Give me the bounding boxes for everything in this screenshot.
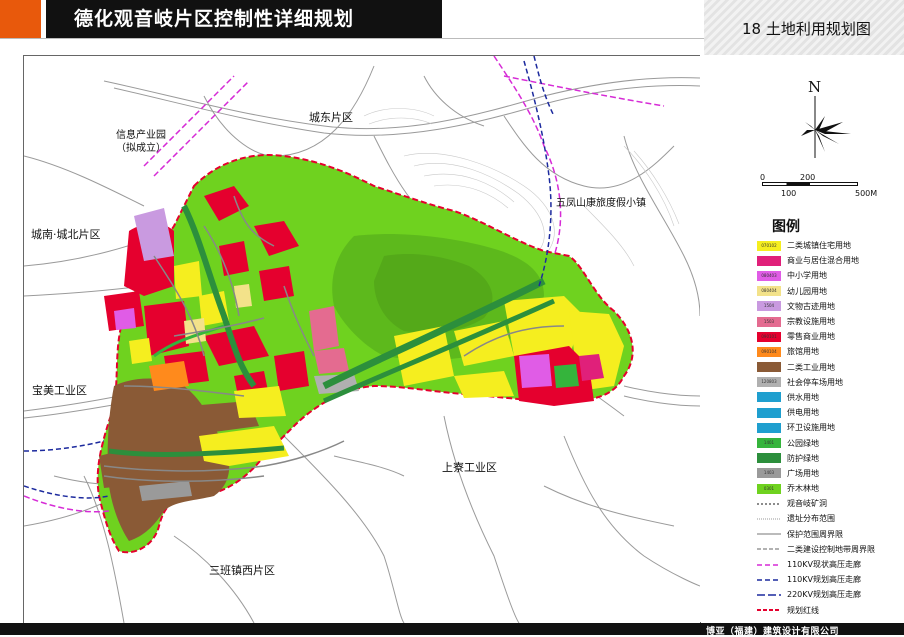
- legend-item: 0301 乔木林地: [757, 481, 875, 496]
- legend-item: 保护范围周界限: [757, 527, 875, 542]
- legend-swatch: 080404: [757, 286, 781, 297]
- header-accent: [0, 0, 41, 38]
- legend-item: 1403 广场用地: [757, 466, 875, 481]
- legend-line-swatch: [757, 503, 781, 505]
- legend-swatch: 0301: [757, 483, 781, 494]
- label-chengnan: 城南·城北片区: [31, 228, 101, 241]
- scale-100: 100: [781, 189, 797, 198]
- legend-item-label: 220KV规划高压走廊: [787, 590, 861, 600]
- legend-swatch: [757, 453, 781, 464]
- legend-item-label: 二类城镇住宅用地: [787, 241, 851, 251]
- label-wufeng: 五凤山康旅度假小镇: [556, 198, 646, 209]
- legend-swatch: 1401: [757, 438, 781, 449]
- legend-item: 1401 公园绿地: [757, 435, 875, 450]
- legend-swatch: 090104: [757, 346, 781, 357]
- legend-swatch: [757, 362, 781, 373]
- legend-item-label: 遗址分布范围: [787, 514, 835, 524]
- legend-item: 1504 文物古迹用地: [757, 299, 875, 314]
- land-use-map[interactable]: 信息产业园 （拟成立） 城东片区 五凤山康旅度假小镇 城南·城北片区 宝美工业区 …: [23, 55, 701, 624]
- legend-item: 220KV规划高压走廊: [757, 587, 875, 602]
- label-chengdong: 城东片区: [309, 111, 353, 124]
- legend-item-label: 中小学用地: [787, 271, 827, 281]
- legend-item-label: 110KV现状高压走廊: [787, 560, 861, 570]
- legend-item-label: 宗教设施用地: [787, 317, 835, 327]
- scale-0: 0: [760, 173, 766, 182]
- legend-item: 120803 社会停车场用地: [757, 375, 875, 390]
- legend-item: 供水用地: [757, 390, 875, 405]
- company-name: 博亚（福建）建筑设计有限公司: [706, 627, 840, 637]
- legend-item: 观音岐矿洞: [757, 496, 875, 511]
- legend-swatch: 070102: [757, 240, 781, 251]
- legend-item-label: 观音岐矿洞: [787, 499, 827, 509]
- legend-item-label: 环卫设施用地: [787, 423, 835, 433]
- legend-item-label: 幼儿园用地: [787, 286, 827, 296]
- legend-item-label: 零售商业用地: [787, 332, 835, 342]
- label-sanban: 三班镇西片区: [209, 564, 275, 577]
- legend-swatch: 120803: [757, 377, 781, 388]
- legend-line-swatch: [757, 548, 781, 550]
- legend-swatch: 1503: [757, 316, 781, 327]
- legend-item-label: 保护范围周界限: [787, 529, 843, 539]
- legend-swatch: 080403: [757, 270, 781, 281]
- legend-item: 二类工业用地: [757, 360, 875, 375]
- legend-item-label: 社会停车场用地: [787, 377, 843, 387]
- legend-item: 二类建设控制地带周界限: [757, 542, 875, 557]
- wind-rose-icon: [801, 96, 851, 158]
- legend-item-label: 二类工业用地: [787, 362, 835, 372]
- legend-item-label: 防护绿地: [787, 453, 819, 463]
- legend-swatch: [757, 255, 781, 266]
- legend-item: 防护绿地: [757, 451, 875, 466]
- legend-item-label: 乔木林地: [787, 484, 819, 494]
- sheet-title: 18 土地利用规划图: [742, 20, 871, 38]
- scale-500: 500M: [855, 189, 878, 198]
- legend-item: 遗址分布范围: [757, 511, 875, 526]
- legend-swatch: 1504: [757, 301, 781, 312]
- legend-line-swatch: [757, 518, 781, 520]
- label-baomei: 宝美工业区: [32, 384, 87, 397]
- legend-line-swatch: [757, 578, 781, 581]
- legend-item-label: 商业与居住混合用地: [787, 256, 859, 266]
- legend-item: 供电用地: [757, 405, 875, 420]
- legend-item-label: 公园绿地: [787, 438, 819, 448]
- legend-list: 070102 二类城镇住宅用地 商业与居住混合用地 080403 中小学用地 080404…: [757, 238, 875, 618]
- legend-swatch: 090101: [757, 331, 781, 342]
- legend-swatch: [757, 422, 781, 433]
- legend-item-label: 规划红线: [787, 605, 819, 615]
- legend-item-label: 文物古迹用地: [787, 301, 835, 311]
- legend-title: 图例: [772, 219, 800, 235]
- legend-item: 090101 零售商业用地: [757, 329, 875, 344]
- scale-200: 200: [800, 173, 816, 182]
- page-title: 德化观音岐片区控制性详细规划: [46, 0, 442, 38]
- north-label: N: [808, 78, 822, 96]
- legend-swatch: 1403: [757, 468, 781, 479]
- legend-line-swatch: [757, 594, 781, 596]
- legend-item: 080404 幼儿园用地: [757, 284, 875, 299]
- legend-item-label: 供电用地: [787, 408, 819, 418]
- legend-item: 070102 二类城镇住宅用地: [757, 238, 875, 253]
- legend-item: 080403 中小学用地: [757, 268, 875, 283]
- legend-item: 110KV规划高压走廊: [757, 572, 875, 587]
- legend-item-label: 二类建设控制地带周界限: [787, 544, 875, 554]
- legend-item: 110KV现状高压走廊: [757, 557, 875, 572]
- legend-item-label: 供水用地: [787, 392, 819, 402]
- legend-swatch: [757, 407, 781, 418]
- label-xinxi: 信息产业园 （拟成立）: [116, 130, 166, 154]
- legend-item: 规划红线: [757, 603, 875, 618]
- legend-item: 环卫设施用地: [757, 420, 875, 435]
- legend-line-swatch: [757, 609, 781, 612]
- legend-item: 商业与居住混合用地: [757, 253, 875, 268]
- legend-item-label: 110KV规划高压走廊: [787, 575, 861, 585]
- legend-item: 1503 宗教设施用地: [757, 314, 875, 329]
- legend-item: 090104 旅馆用地: [757, 344, 875, 359]
- legend-item-label: 旅馆用地: [787, 347, 819, 357]
- legend-item-label: 广场用地: [787, 468, 819, 478]
- label-shangliao: 上寮工业区: [442, 461, 497, 474]
- scale-bar: [762, 182, 858, 186]
- legend-swatch: [757, 392, 781, 403]
- legend-line-swatch: [757, 533, 781, 536]
- legend-line-swatch: [757, 563, 781, 566]
